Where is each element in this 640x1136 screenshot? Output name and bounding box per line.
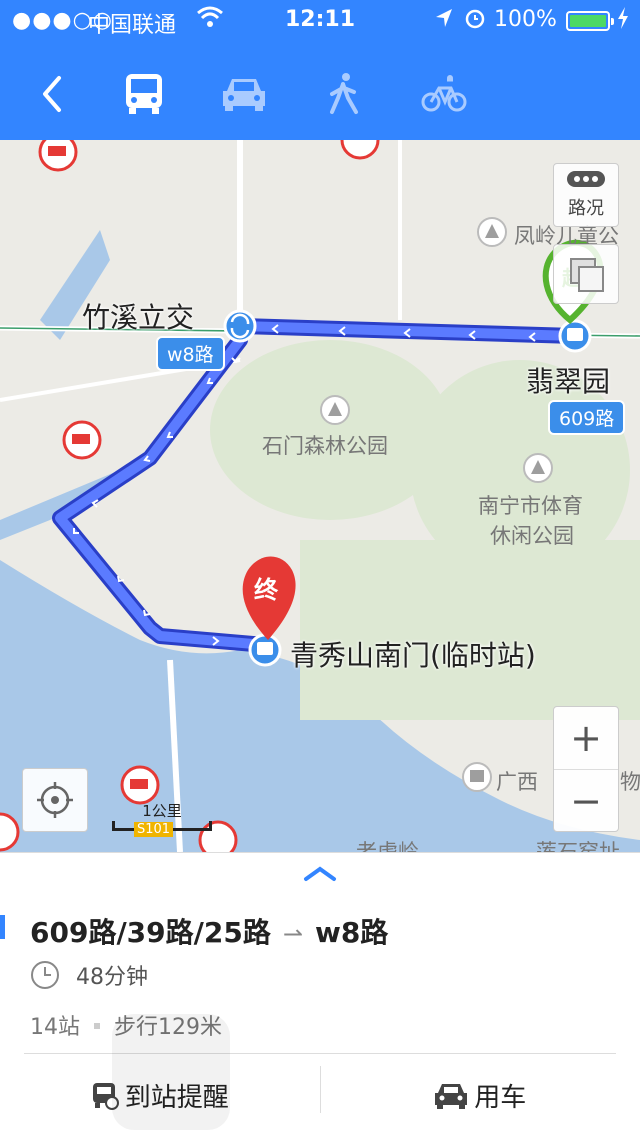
scale-label: 1公里 xyxy=(142,802,182,820)
end-pin-label: 终 xyxy=(254,576,278,604)
ride-hailing-button[interactable]: 用车 xyxy=(321,1054,640,1136)
walk-icon xyxy=(330,73,358,114)
back-button[interactable] xyxy=(22,64,82,124)
layers-icon xyxy=(570,258,604,292)
route-lines-from: 609路/39路/25路 xyxy=(30,916,271,949)
station-label-end: 青秀山南门(临时站) xyxy=(290,639,536,672)
assistive-touch-button[interactable] xyxy=(112,1014,230,1130)
zoom-controls: + − xyxy=(553,706,619,832)
status-bar: ●●●○○ 中国联通 12:11 100% xyxy=(0,0,640,40)
station-label-start: 翡翠园 xyxy=(526,365,611,398)
traffic-icon xyxy=(567,171,605,187)
poi-label: 石门森林公园 xyxy=(262,434,388,458)
station-label-transfer: 竹溪立交 xyxy=(82,301,195,334)
map-layers-button[interactable] xyxy=(553,244,619,304)
expand-panel-button[interactable] xyxy=(300,859,340,889)
clock-icon xyxy=(31,961,59,989)
header-bar: ●●●○○ 中国联通 12:11 100% xyxy=(0,0,640,140)
traffic-camera-icon xyxy=(340,140,380,160)
bike-icon xyxy=(421,75,467,112)
zoom-out-button[interactable]: − xyxy=(554,769,618,831)
road-badge: S101 xyxy=(134,822,174,837)
route-summary[interactable]: 609路/39路/25路 ⇀ w8路 xyxy=(30,911,388,951)
map-view[interactable]: 凤岭儿童公 竹溪立交 翡翠园 石门森林公园 南宁市体育 休闲公园 青秀山南门(临… xyxy=(0,140,640,852)
park-area-3 xyxy=(300,540,640,720)
poi-label: 莲石窑址 xyxy=(536,840,620,852)
car-icon xyxy=(223,79,265,111)
car-icon xyxy=(435,1083,468,1109)
poi-label: 休闲公园 xyxy=(490,524,574,548)
action-bar: 到站提醒 用车 xyxy=(0,1054,640,1136)
location-arrow-icon xyxy=(434,7,454,35)
poi-label: 物 xyxy=(620,770,640,794)
poi-label: 广西 xyxy=(496,770,538,794)
battery-percent: 100% xyxy=(494,7,557,32)
duration-row: 48分钟 xyxy=(30,959,148,991)
tab-car[interactable] xyxy=(214,64,274,124)
tab-bus[interactable] xyxy=(114,64,174,124)
ride-hailing-label: 用车 xyxy=(474,1083,527,1113)
duration-text: 48分钟 xyxy=(76,965,148,990)
traffic-camera-icon xyxy=(38,140,78,172)
traffic-toggle-button[interactable]: 路况 xyxy=(553,163,619,227)
chevron-left-icon xyxy=(43,76,61,112)
stop-count: 14站 xyxy=(30,1015,80,1040)
route-tag-609[interactable]: 609路 xyxy=(548,400,626,435)
alarm-icon xyxy=(464,7,486,35)
traffic-camera-icon xyxy=(62,420,102,460)
traffic-camera-icon xyxy=(120,765,160,805)
bus-icon xyxy=(126,74,162,114)
charging-icon xyxy=(617,6,629,36)
poi-label: 老虎岭 xyxy=(356,840,419,852)
selected-indicator xyxy=(0,915,5,939)
transfer-arrow-icon: ⇀ xyxy=(282,920,303,948)
poi-label: 南宁市体育 xyxy=(478,494,583,518)
transport-mode-bar xyxy=(0,52,640,136)
route-tag-w8[interactable]: w8路 xyxy=(156,336,225,371)
route-lines-to: w8路 xyxy=(314,916,389,949)
tab-walk[interactable] xyxy=(314,64,374,124)
chevron-up-icon xyxy=(304,866,336,881)
locate-me-button[interactable] xyxy=(22,768,88,832)
crosshair-icon xyxy=(37,782,73,818)
separator-dot xyxy=(94,1023,100,1029)
battery-icon xyxy=(566,11,614,31)
tab-bike[interactable] xyxy=(414,64,474,124)
traffic-label: 路况 xyxy=(568,198,604,219)
route-detail-panel: 609路/39路/25路⇀w8路 48分钟 14站步行129米 到站提醒 xyxy=(0,852,640,1136)
zoom-in-button[interactable]: + xyxy=(554,707,618,769)
